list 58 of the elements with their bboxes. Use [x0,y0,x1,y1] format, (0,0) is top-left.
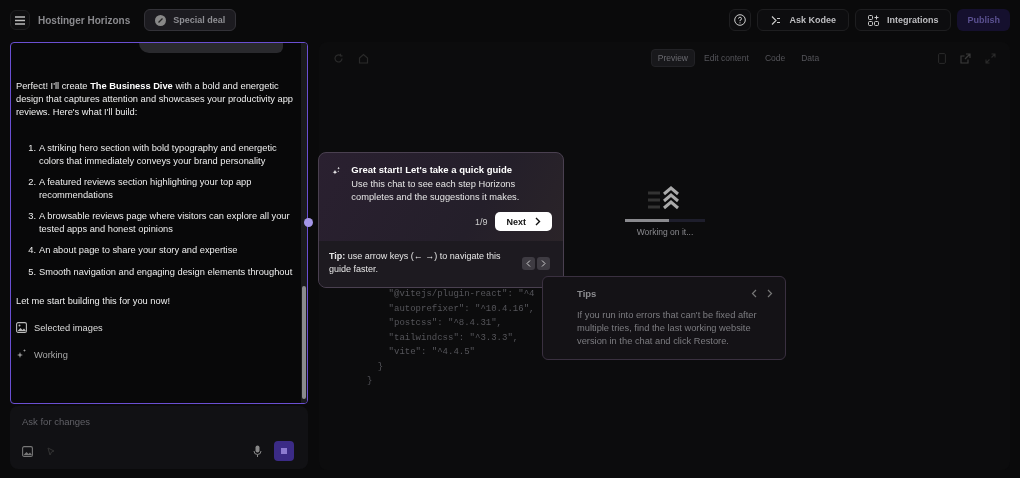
previous-key-button[interactable] [522,256,535,270]
image-icon[interactable] [22,445,33,457]
preview-tab[interactable]: Edit content [697,49,756,67]
step-counter: 1/9 [474,216,488,227]
special-deal-button[interactable]: Special deal [144,9,237,31]
step-number: 4. [27,244,36,257]
stop-icon [281,448,287,454]
assistant-message: Perfect! I'll create The Business Dive with a bold and energetic design that captures attention and showcases your productivity app reviews. Here's what I'll build: [16,80,293,119]
tips-text: If you run into errors that can't be fixed after multiple tries, find the last working website version in the chat and click Restore. [577,309,758,348]
chevron-right-icon [541,259,546,267]
scrollbar[interactable] [301,43,307,403]
code-line: "tailwindcss": "^3.3.3", [387,331,519,345]
step-number: 5. [27,265,36,278]
code-line: "postcss": "^8.4.31", [387,317,503,330]
stop-button[interactable] [274,441,294,461]
attachment-label: Selected images [34,322,103,333]
apps-icon [867,14,879,26]
tip-text: Tip: use arrow keys (← →) to navigate this guide faster. [329,250,502,276]
preview-tab[interactable]: Preview [650,49,695,67]
plan-step: A striking hero section with bold typography and energetic colors that immediately conveys your brand personality [39,142,293,167]
next-key-button[interactable] [537,256,550,270]
microphone-icon[interactable] [253,445,262,457]
step-number: 1. [27,142,36,155]
next-button[interactable]: Next [495,212,552,231]
preview-tab[interactable]: Data [794,49,827,67]
assistant-message: Let me start building this for you now! [16,296,171,306]
guide-title: Great start! Let's take a quick guide [351,164,513,175]
menu-button[interactable] [10,10,30,30]
tips-title: Tips [577,288,598,299]
image-icon [16,322,27,333]
chevron-left-icon[interactable] [751,289,757,298]
code-line: "vite": "^4.4.5" [387,346,476,359]
plan-step: An about page to share your story and expertise [39,244,238,257]
chevron-left-icon [526,259,531,267]
ask-kodee-button[interactable]: Ask Kodee [757,9,849,31]
step-number: 3. [27,210,36,223]
help-button[interactable] [729,9,752,31]
integrations-button[interactable]: Integrations [854,9,952,31]
menu-icon [15,15,25,25]
message-input[interactable]: Ask for changes [22,416,294,427]
code-line: } [367,375,373,388]
chevron-right-icon [535,217,541,226]
plan-step: A featured reviews section highlighting your top app recommendations [39,176,293,201]
code-line: "@vitejs/plugin-react": "^4 [387,288,535,301]
chevron-right-icon[interactable] [767,289,773,298]
publish-button[interactable]: Publish [957,9,1010,31]
help-icon [734,14,747,26]
step-number: 2. [27,176,36,189]
brand-name: Hostinger Horizons [38,14,131,26]
preview-tab[interactable]: Code [757,49,793,67]
plan-step: A browsable reviews page where visitors can explore all your tested apps and honest opinions [39,210,293,235]
loading-text: Working on it... [636,226,694,237]
resize-handle[interactable] [304,218,313,227]
code-line: } [376,360,384,374]
status-text: Working [34,349,68,360]
code-line: "autoprefixer": "^10.4.16", [387,302,535,316]
plan-step: Smooth navigation and engaging design elements throughout [39,265,293,278]
guide-description: Use this chat to see each step Horizons completes and the suggestions it makes. [351,178,521,204]
